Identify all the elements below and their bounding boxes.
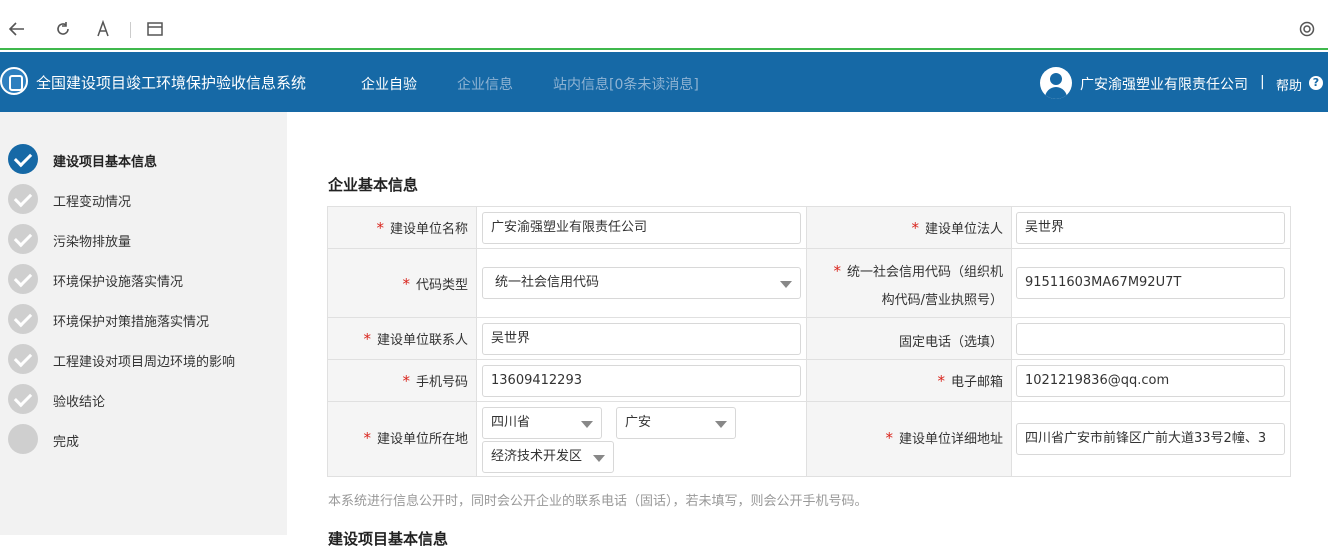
system-title: 全国建设项目竣工环境保护验收信息系统 <box>36 74 307 92</box>
next-section-title: 建设项目基本信息 <box>328 530 449 548</box>
check-icon <box>8 304 38 334</box>
credit-code-input[interactable]: 91511603MA67M92U7T <box>1016 267 1285 299</box>
step-impact[interactable]: 工程建设对项目周边环境的影响 <box>8 344 278 374</box>
phone-input[interactable] <box>1016 323 1285 355</box>
refresh-icon[interactable] <box>54 20 72 38</box>
email-label: * 电子邮箱 <box>937 372 1003 390</box>
value-cell: 统一社会信用代码 <box>477 249 807 318</box>
label-cell: * 建设单位详细地址 <box>807 402 1012 476</box>
legal-person-input[interactable]: 吴世界 <box>1016 212 1285 244</box>
chevron-down-icon <box>780 281 792 288</box>
value-cell: 四川省广安市前锋区广前大道33号2幢、3 <box>1012 402 1290 476</box>
province-select[interactable]: 四川省 <box>482 407 602 439</box>
step-label: 污染物排放量 <box>53 235 132 250</box>
label-cell: * 建设单位名称 <box>328 207 477 249</box>
value-cell: 广安渝强塑业有限责任公司 <box>477 207 807 249</box>
label-cell: * 手机号码 <box>328 360 477 402</box>
contact-input[interactable]: 吴世界 <box>482 323 801 355</box>
logo-icon <box>0 67 28 95</box>
step-label: 验收结论 <box>53 395 106 410</box>
app-header: 全国建设项目竣工环境保护验收信息系统 企业自验 企业信息 站内信息[0条未读消息… <box>0 52 1328 112</box>
toolbar-divider <box>130 22 131 38</box>
nav-enterprise-info[interactable]: 企业信息 <box>457 74 513 94</box>
address-label: * 建设单位详细地址 <box>885 429 1003 447</box>
step-sidebar: 建设项目基本信息 工程变动情况 污染物排放量 环境保护设施落实情况 环境保护对策… <box>0 112 287 535</box>
check-icon <box>8 224 38 254</box>
label-cell: * 建设单位联系人 <box>328 318 477 360</box>
label-cell: * 电子邮箱 <box>807 360 1012 402</box>
check-icon <box>8 384 38 414</box>
credit-code-label: * 统一社会信用代码（组织机 构代码/营业执照号） <box>833 262 1003 308</box>
label-cell: * 建设单位所在地 <box>328 402 477 476</box>
tab-icon[interactable] <box>146 20 164 38</box>
label-cell: * 统一社会信用代码（组织机 构代码/营业执照号） <box>807 249 1012 318</box>
step-label: 工程建设对项目周边环境的影响 <box>53 355 236 370</box>
company-name[interactable]: 广安渝强塑业有限责任公司 <box>1080 74 1248 94</box>
email-input[interactable]: 1021219836@qq.com <box>1016 365 1285 397</box>
value-cell <box>1012 318 1290 360</box>
check-icon <box>8 264 38 294</box>
browser-toolbar <box>0 0 1328 50</box>
check-icon <box>8 344 38 374</box>
district-select[interactable]: 经济技术开发区 <box>482 441 614 473</box>
step-label: 建设项目基本信息 <box>53 155 158 170</box>
chevron-down-icon <box>593 455 605 462</box>
step-label: 工程变动情况 <box>53 195 132 210</box>
nav-enterprise-self-check[interactable]: 企业自验 <box>361 74 417 94</box>
label-cell: * 代码类型 <box>328 249 477 318</box>
value-cell: 吴世界 <box>477 318 807 360</box>
step-emissions[interactable]: 污染物排放量 <box>8 224 278 254</box>
help-icon[interactable]: ? <box>1309 76 1323 90</box>
value-cell: 1021219836@qq.com <box>1012 360 1290 402</box>
check-icon <box>8 144 38 174</box>
reader-icon[interactable] <box>94 19 112 38</box>
label-cell: 固定电话（选填） <box>807 318 1012 360</box>
step-measures[interactable]: 环境保护对策措施落实情况 <box>8 304 278 334</box>
step-label: 环境保护设施落实情况 <box>53 275 184 290</box>
value-cell: 吴世界 <box>1012 207 1290 249</box>
check-icon <box>8 184 38 214</box>
enterprise-form: * 建设单位名称 广安渝强塑业有限责任公司 * 建设单位法人 吴世界 * 代码类型 统… <box>327 206 1291 477</box>
avatar[interactable] <box>1040 67 1072 99</box>
city-select[interactable]: 广安 <box>616 407 736 439</box>
settings-icon[interactable] <box>1298 20 1316 38</box>
contact-label: * 建设单位联系人 <box>363 330 468 348</box>
step-facilities[interactable]: 环境保护设施落实情况 <box>8 264 278 294</box>
mobile-label: * 手机号码 <box>402 372 468 390</box>
label-cell: * 建设单位法人 <box>807 207 1012 249</box>
value-cell: 91511603MA67M92U7T <box>1012 249 1290 318</box>
mobile-input[interactable]: 13609412293 <box>482 365 801 397</box>
help-link[interactable]: 帮助 <box>1276 75 1302 94</box>
section-title: 企业基本信息 <box>328 176 419 194</box>
step-changes[interactable]: 工程变动情况 <box>8 184 278 214</box>
header-separator: | <box>1260 74 1265 90</box>
step-label: 环境保护对策措施落实情况 <box>53 315 210 330</box>
nav-site-messages[interactable]: 站内信息[0条未读消息] <box>553 74 699 94</box>
code-type-select[interactable]: 统一社会信用代码 <box>482 267 801 299</box>
step-label: 完成 <box>53 435 80 450</box>
location-label: * 建设单位所在地 <box>363 429 468 447</box>
value-cell: 13609412293 <box>477 360 807 402</box>
address-input[interactable]: 四川省广安市前锋区广前大道33号2幢、3 <box>1016 423 1285 455</box>
legal-person-label: * 建设单位法人 <box>911 219 1003 237</box>
value-cell: 四川省 广安 经济技术开发区 <box>477 402 807 476</box>
step-conclusion[interactable]: 验收结论 <box>8 384 278 414</box>
chevron-down-icon <box>581 421 593 428</box>
disclosure-note: 本系统进行信息公开时，同时会公开企业的联系电话（固话），若未填写，则会公开手机号… <box>328 494 868 509</box>
phone-label: 固定电话（选填） <box>898 335 1003 350</box>
chevron-down-icon <box>715 421 727 428</box>
pending-circle-icon <box>8 424 38 454</box>
code-type-label: * 代码类型 <box>402 275 468 293</box>
step-finish[interactable]: 完成 <box>8 424 278 454</box>
unit-name-input[interactable]: 广安渝强塑业有限责任公司 <box>482 212 801 244</box>
back-icon[interactable] <box>8 20 26 38</box>
step-basic-info[interactable]: 建设项目基本信息 <box>8 144 278 174</box>
unit-name-label: * 建设单位名称 <box>376 219 468 237</box>
